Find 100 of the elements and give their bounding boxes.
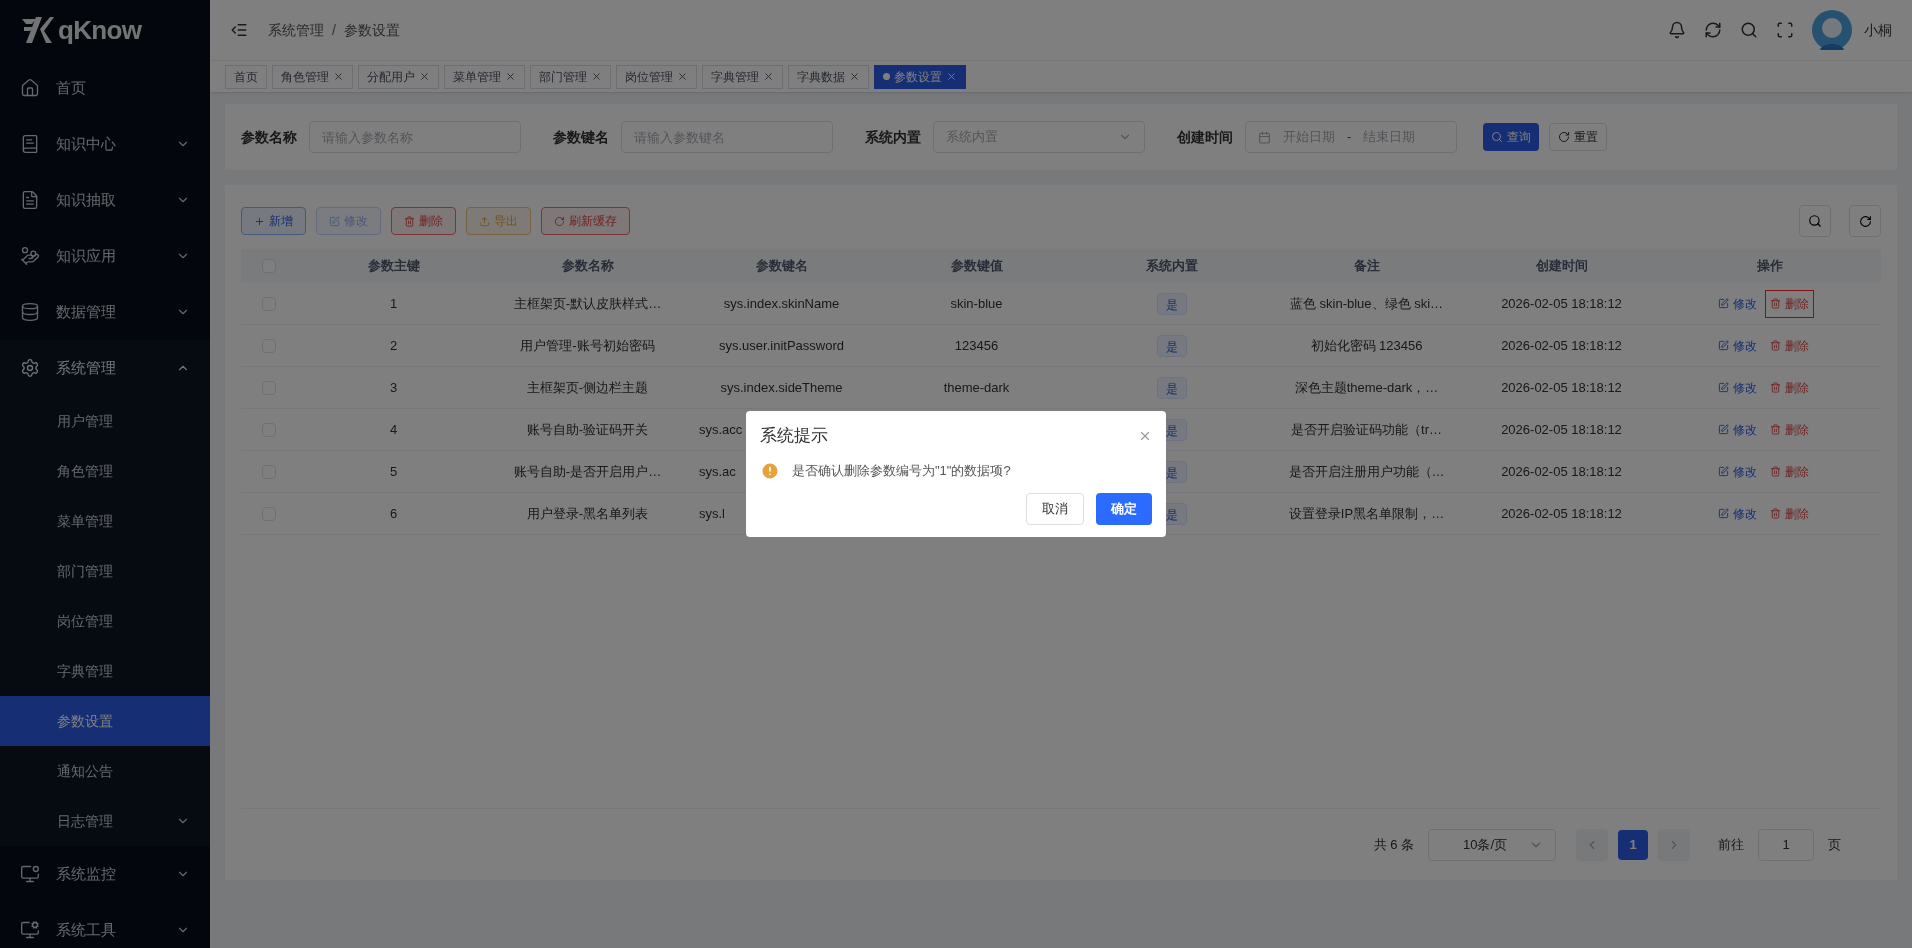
submenu-item[interactable]: 岗位管理 <box>0 596 210 646</box>
table-cell-text: 2 <box>388 336 399 355</box>
collapse-menu-icon[interactable] <box>230 21 248 39</box>
page-number[interactable]: 1 <box>1618 829 1648 860</box>
table-cell-text: sys.l <box>699 504 725 523</box>
refresh-button[interactable] <box>1849 205 1881 237</box>
submenu-item[interactable]: 字典管理 <box>0 646 210 696</box>
sidebar-item[interactable]: 数据管理 <box>0 284 210 340</box>
edit-icon <box>1718 466 1729 477</box>
table-cell-text: 2026-02-05 18:18:12 <box>1500 378 1623 397</box>
plus-icon <box>254 215 265 227</box>
edit-link[interactable]: 修改 <box>1718 294 1757 313</box>
page-tab[interactable]: 字典数据 <box>788 64 869 89</box>
page-tab[interactable]: 菜单管理 <box>444 64 525 89</box>
delete-link[interactable]: 删除 <box>1765 289 1814 318</box>
toolbar-button[interactable]: 新增 <box>241 207 306 235</box>
column-header: 参数键值 <box>949 257 1004 276</box>
close-icon[interactable] <box>591 71 602 82</box>
database-icon <box>20 302 40 322</box>
table-cell-text: 2026-02-05 18:18:12 <box>1500 420 1623 439</box>
avatar-icon[interactable] <box>1812 10 1852 50</box>
delete-link[interactable]: 删除 <box>1765 331 1814 360</box>
search-icon[interactable] <box>1740 21 1758 39</box>
submenu-item[interactable]: 参数设置 <box>0 696 210 746</box>
page-tab[interactable]: 参数设置 <box>874 64 966 89</box>
page-tab[interactable]: 部门管理 <box>530 64 611 89</box>
submenu-item[interactable]: 角色管理 <box>0 446 210 496</box>
table-cell-text: 是否开启注册用户功能（… <box>1287 462 1446 481</box>
table-cell-text: 初始化密码 123456 <box>1309 336 1424 355</box>
search-toggle-button[interactable] <box>1799 205 1831 237</box>
refresh-icon <box>554 215 565 227</box>
delete-link[interactable]: 删除 <box>1765 415 1814 444</box>
close-icon[interactable] <box>677 71 688 82</box>
search-button[interactable]: 查询 <box>1483 123 1539 151</box>
table-cell-text: sys.acc <box>699 420 743 439</box>
close-icon[interactable] <box>505 71 516 82</box>
trash-icon <box>1770 340 1781 351</box>
goto-label: 前往 <box>1718 835 1744 854</box>
notification-icon[interactable] <box>1668 21 1686 39</box>
reset-button[interactable]: 重置 <box>1549 123 1607 151</box>
sidebar-item[interactable]: 知识中心 <box>0 116 210 172</box>
page-size-select[interactable]: 10条/页 <box>1428 828 1556 861</box>
column-header: 参数键名 <box>754 257 809 276</box>
page-tab[interactable]: 角色管理 <box>272 64 353 89</box>
goto-page-field[interactable]: 1 <box>1758 828 1814 861</box>
fullscreen-icon[interactable] <box>1776 21 1794 39</box>
toolbar-button[interactable]: 删除 <box>391 207 456 235</box>
delete-link[interactable]: 删除 <box>1765 499 1814 528</box>
total-count: 共 6 条 <box>1373 835 1414 854</box>
edit-link[interactable]: 修改 <box>1718 378 1757 397</box>
close-icon[interactable] <box>849 71 860 82</box>
sidebar-item[interactable]: 知识抽取 <box>0 172 210 228</box>
toolbar-button[interactable]: 刷新缓存 <box>541 207 630 235</box>
sidebar-item[interactable]: 系统监控 <box>0 846 210 902</box>
sidebar-item[interactable]: 首页 <box>0 60 210 116</box>
close-icon[interactable] <box>419 71 430 82</box>
page-tab[interactable]: 岗位管理 <box>616 64 697 89</box>
delete-link[interactable]: 删除 <box>1765 373 1814 402</box>
table-cell-text: 账号自助-验证码开关 <box>525 420 650 439</box>
monitor-icon <box>20 864 40 884</box>
page-tab[interactable]: 字典管理 <box>702 64 783 89</box>
table-cell-text: 4 <box>388 420 399 439</box>
trash-icon <box>404 215 415 227</box>
search-icon <box>1808 214 1822 228</box>
sidebar-item[interactable]: 知识应用 <box>0 228 210 284</box>
refresh-icon[interactable] <box>1704 21 1722 39</box>
delete-link[interactable]: 删除 <box>1765 457 1814 486</box>
cancel-button[interactable]: 取消 <box>1026 492 1084 525</box>
edit-link[interactable]: 修改 <box>1718 336 1757 355</box>
close-icon[interactable] <box>763 71 774 82</box>
submenu-item[interactable]: 日志管理 <box>0 796 210 846</box>
edit-link[interactable]: 修改 <box>1718 504 1757 523</box>
confirm-button[interactable]: 确定 <box>1096 492 1152 525</box>
sidebar-item[interactable]: 系统工具 <box>0 902 210 948</box>
close-icon[interactable] <box>1138 429 1152 443</box>
hand-icon <box>20 246 40 266</box>
close-icon[interactable] <box>946 71 957 82</box>
submenu-item[interactable]: 部门管理 <box>0 546 210 596</box>
search-icon <box>1491 131 1503 143</box>
edit-link[interactable]: 修改 <box>1718 420 1757 439</box>
page-tab[interactable]: 首页 <box>225 64 267 89</box>
table-cell-text: 主框架页-侧边栏主题 <box>525 378 650 397</box>
breadcrumb-item[interactable]: 系统管理 <box>268 19 324 41</box>
dialog-message: 是否确认删除参数编号为"1"的数据项? <box>792 462 1011 480</box>
close-icon[interactable] <box>333 71 344 82</box>
submenu-item[interactable]: 菜单管理 <box>0 496 210 546</box>
monitor-gear-icon <box>20 920 40 940</box>
submenu-item[interactable]: 用户管理 <box>0 396 210 446</box>
user-name[interactable]: 小桐 <box>1864 19 1892 41</box>
filter-label: 创建时间 <box>1177 127 1233 147</box>
edit-link[interactable]: 修改 <box>1718 462 1757 481</box>
calendar-icon <box>1258 130 1271 144</box>
page-tab[interactable]: 分配用户 <box>358 64 439 89</box>
warning-icon <box>760 460 780 481</box>
table-cell-text: 用户管理-账号初始密码 <box>519 336 656 355</box>
column-header: 系统内置 <box>1144 257 1199 276</box>
table-cell-text: 用户登录-黑名单列表 <box>525 504 650 523</box>
edit-icon <box>1718 340 1729 351</box>
column-header: 参数名称 <box>560 257 615 276</box>
submenu-item[interactable]: 通知公告 <box>0 746 210 796</box>
